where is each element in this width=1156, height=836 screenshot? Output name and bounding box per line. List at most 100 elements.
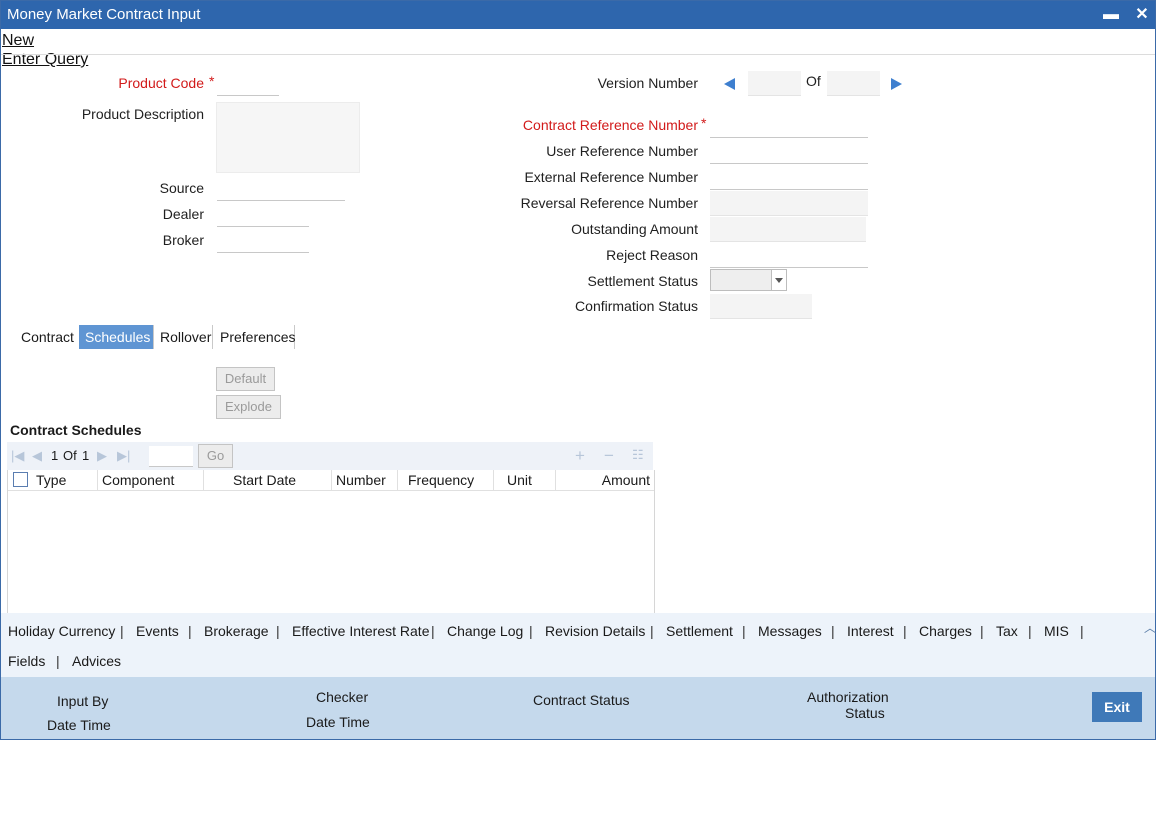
main-window: Money Market Contract Input ▬ ✕ New Ente… (0, 0, 1156, 740)
required-mark: * (701, 115, 707, 131)
contract-reference-number-field[interactable] (710, 113, 868, 138)
confirmation-status-label: Confirmation Status (575, 298, 698, 314)
separator: | (980, 623, 984, 639)
tab-schedules[interactable]: Schedules (79, 325, 154, 349)
grid-toolbar: |◀ ◀ 1 Of 1 ▶ ▶| Go + − ☷ (7, 442, 653, 470)
charges-link[interactable]: Charges (919, 623, 972, 639)
go-button[interactable]: Go (198, 444, 233, 468)
broker-label: Broker (162, 232, 204, 248)
tab-contract[interactable]: Contract (15, 325, 80, 349)
checker-label: Checker (316, 689, 369, 705)
column-header-number[interactable]: Number (332, 470, 398, 490)
holiday-currency-link[interactable]: Holiday Currency (8, 623, 115, 639)
settlement-link[interactable]: Settlement (666, 623, 733, 639)
date-time-label: Date Time (47, 717, 111, 733)
version-of-label: Of (806, 73, 821, 89)
broker-field[interactable] (217, 228, 309, 253)
dealer-field[interactable] (217, 202, 309, 227)
reversal-reference-number-label: Reversal Reference Number (520, 195, 698, 211)
separator: | (650, 623, 654, 639)
add-row-icon[interactable]: + (575, 446, 585, 466)
column-header-frequency[interactable]: Frequency (398, 470, 494, 490)
separator: | (1080, 623, 1084, 639)
user-reference-number-label: User Reference Number (546, 143, 698, 159)
change-log-link[interactable]: Change Log (447, 623, 523, 639)
messages-link[interactable]: Messages (758, 623, 822, 639)
contract-status-label: Contract Status (533, 692, 630, 708)
pager-of: Of (63, 448, 77, 463)
mis-link[interactable]: MIS (1044, 623, 1069, 639)
previous-page-icon[interactable]: ◀ (32, 448, 42, 464)
column-header-unit[interactable]: Unit (494, 470, 556, 490)
page-number-input[interactable] (149, 446, 193, 467)
first-page-icon[interactable]: |◀ (11, 448, 24, 464)
authorization-status-label: Status (845, 705, 885, 721)
new-link[interactable]: New (2, 32, 34, 50)
outstanding-amount-label: Outstanding Amount (571, 221, 698, 237)
pager-current: 1 (51, 448, 59, 463)
minimize-icon[interactable]: ▬ (1101, 5, 1121, 25)
chevron-down-icon[interactable] (771, 270, 786, 290)
version-number-label: Version Number (597, 75, 698, 91)
reject-reason-label: Reject Reason (606, 247, 698, 263)
tab-rollover[interactable]: Rollover (154, 325, 213, 349)
required-mark: * (209, 73, 215, 89)
reject-reason-field[interactable] (710, 243, 868, 268)
version-total-field[interactable] (827, 71, 880, 96)
divider (1, 54, 1155, 55)
settlement-status-select[interactable] (710, 269, 787, 291)
column-header-amount[interactable]: Amount (556, 470, 654, 490)
advices-link[interactable]: Advices (72, 653, 121, 669)
product-description-label: Product Description (81, 106, 204, 122)
tab-preferences[interactable]: Preferences (214, 325, 295, 349)
external-reference-number-label: External Reference Number (524, 169, 698, 185)
column-header-type[interactable]: Type (32, 470, 98, 490)
window-title: Money Market Contract Input (7, 6, 201, 23)
tax-link[interactable]: Tax (996, 623, 1018, 639)
revision-details-link[interactable]: Revision Details (545, 623, 645, 639)
events-link[interactable]: Events (136, 623, 179, 639)
separator: | (120, 623, 124, 639)
separator: | (188, 623, 192, 639)
audit-footer: Input By Date Time Checker Date Time Con… (1, 677, 1155, 739)
subscreen-links-bar: Holiday Currency | Events | Brokerage | … (1, 613, 1155, 677)
separator: | (742, 623, 746, 639)
separator: | (831, 623, 835, 639)
version-number-field[interactable] (748, 71, 801, 96)
separator: | (431, 623, 435, 639)
close-icon[interactable]: ✕ (1132, 5, 1152, 25)
explode-button[interactable]: Explode (216, 395, 281, 419)
product-description-field[interactable] (216, 102, 360, 173)
column-header-component[interactable]: Component (98, 470, 204, 490)
source-field[interactable] (217, 176, 345, 201)
next-version-icon[interactable] (891, 78, 902, 90)
exit-button[interactable]: Exit (1092, 692, 1142, 722)
fields-link[interactable]: Fields (8, 653, 45, 669)
previous-version-icon[interactable] (724, 78, 735, 90)
separator: | (56, 653, 60, 669)
separator: | (1028, 623, 1032, 639)
delete-row-icon[interactable]: − (604, 446, 614, 466)
single-view-icon[interactable]: ☷ (632, 447, 644, 463)
product-code-field[interactable] (217, 71, 279, 96)
brokerage-link[interactable]: Brokerage (204, 623, 269, 639)
confirmation-status-field (710, 294, 812, 319)
settlement-status-label: Settlement Status (587, 273, 698, 289)
last-page-icon[interactable]: ▶| (117, 448, 130, 464)
external-reference-number-field[interactable] (710, 165, 868, 190)
separator: | (276, 623, 280, 639)
contract-schedules-grid: Type Component Start Date Number Frequen… (7, 470, 655, 613)
pager-total: 1 (82, 448, 90, 463)
next-page-icon[interactable]: ▶ (97, 448, 107, 464)
separator: | (903, 623, 907, 639)
default-button[interactable]: Default (216, 367, 275, 391)
checker-date-time-label: Date Time (306, 714, 370, 730)
interest-link[interactable]: Interest (847, 623, 894, 639)
separator: | (529, 623, 533, 639)
input-by-label: Input By (57, 693, 109, 709)
effective-interest-rate-link[interactable]: Effective Interest Rate (292, 623, 429, 639)
collapse-icon[interactable]: ︿ (1144, 619, 1156, 636)
select-all-checkbox[interactable] (13, 472, 28, 487)
user-reference-number-field[interactable] (710, 139, 868, 164)
column-header-start-date[interactable]: Start Date (204, 470, 332, 490)
